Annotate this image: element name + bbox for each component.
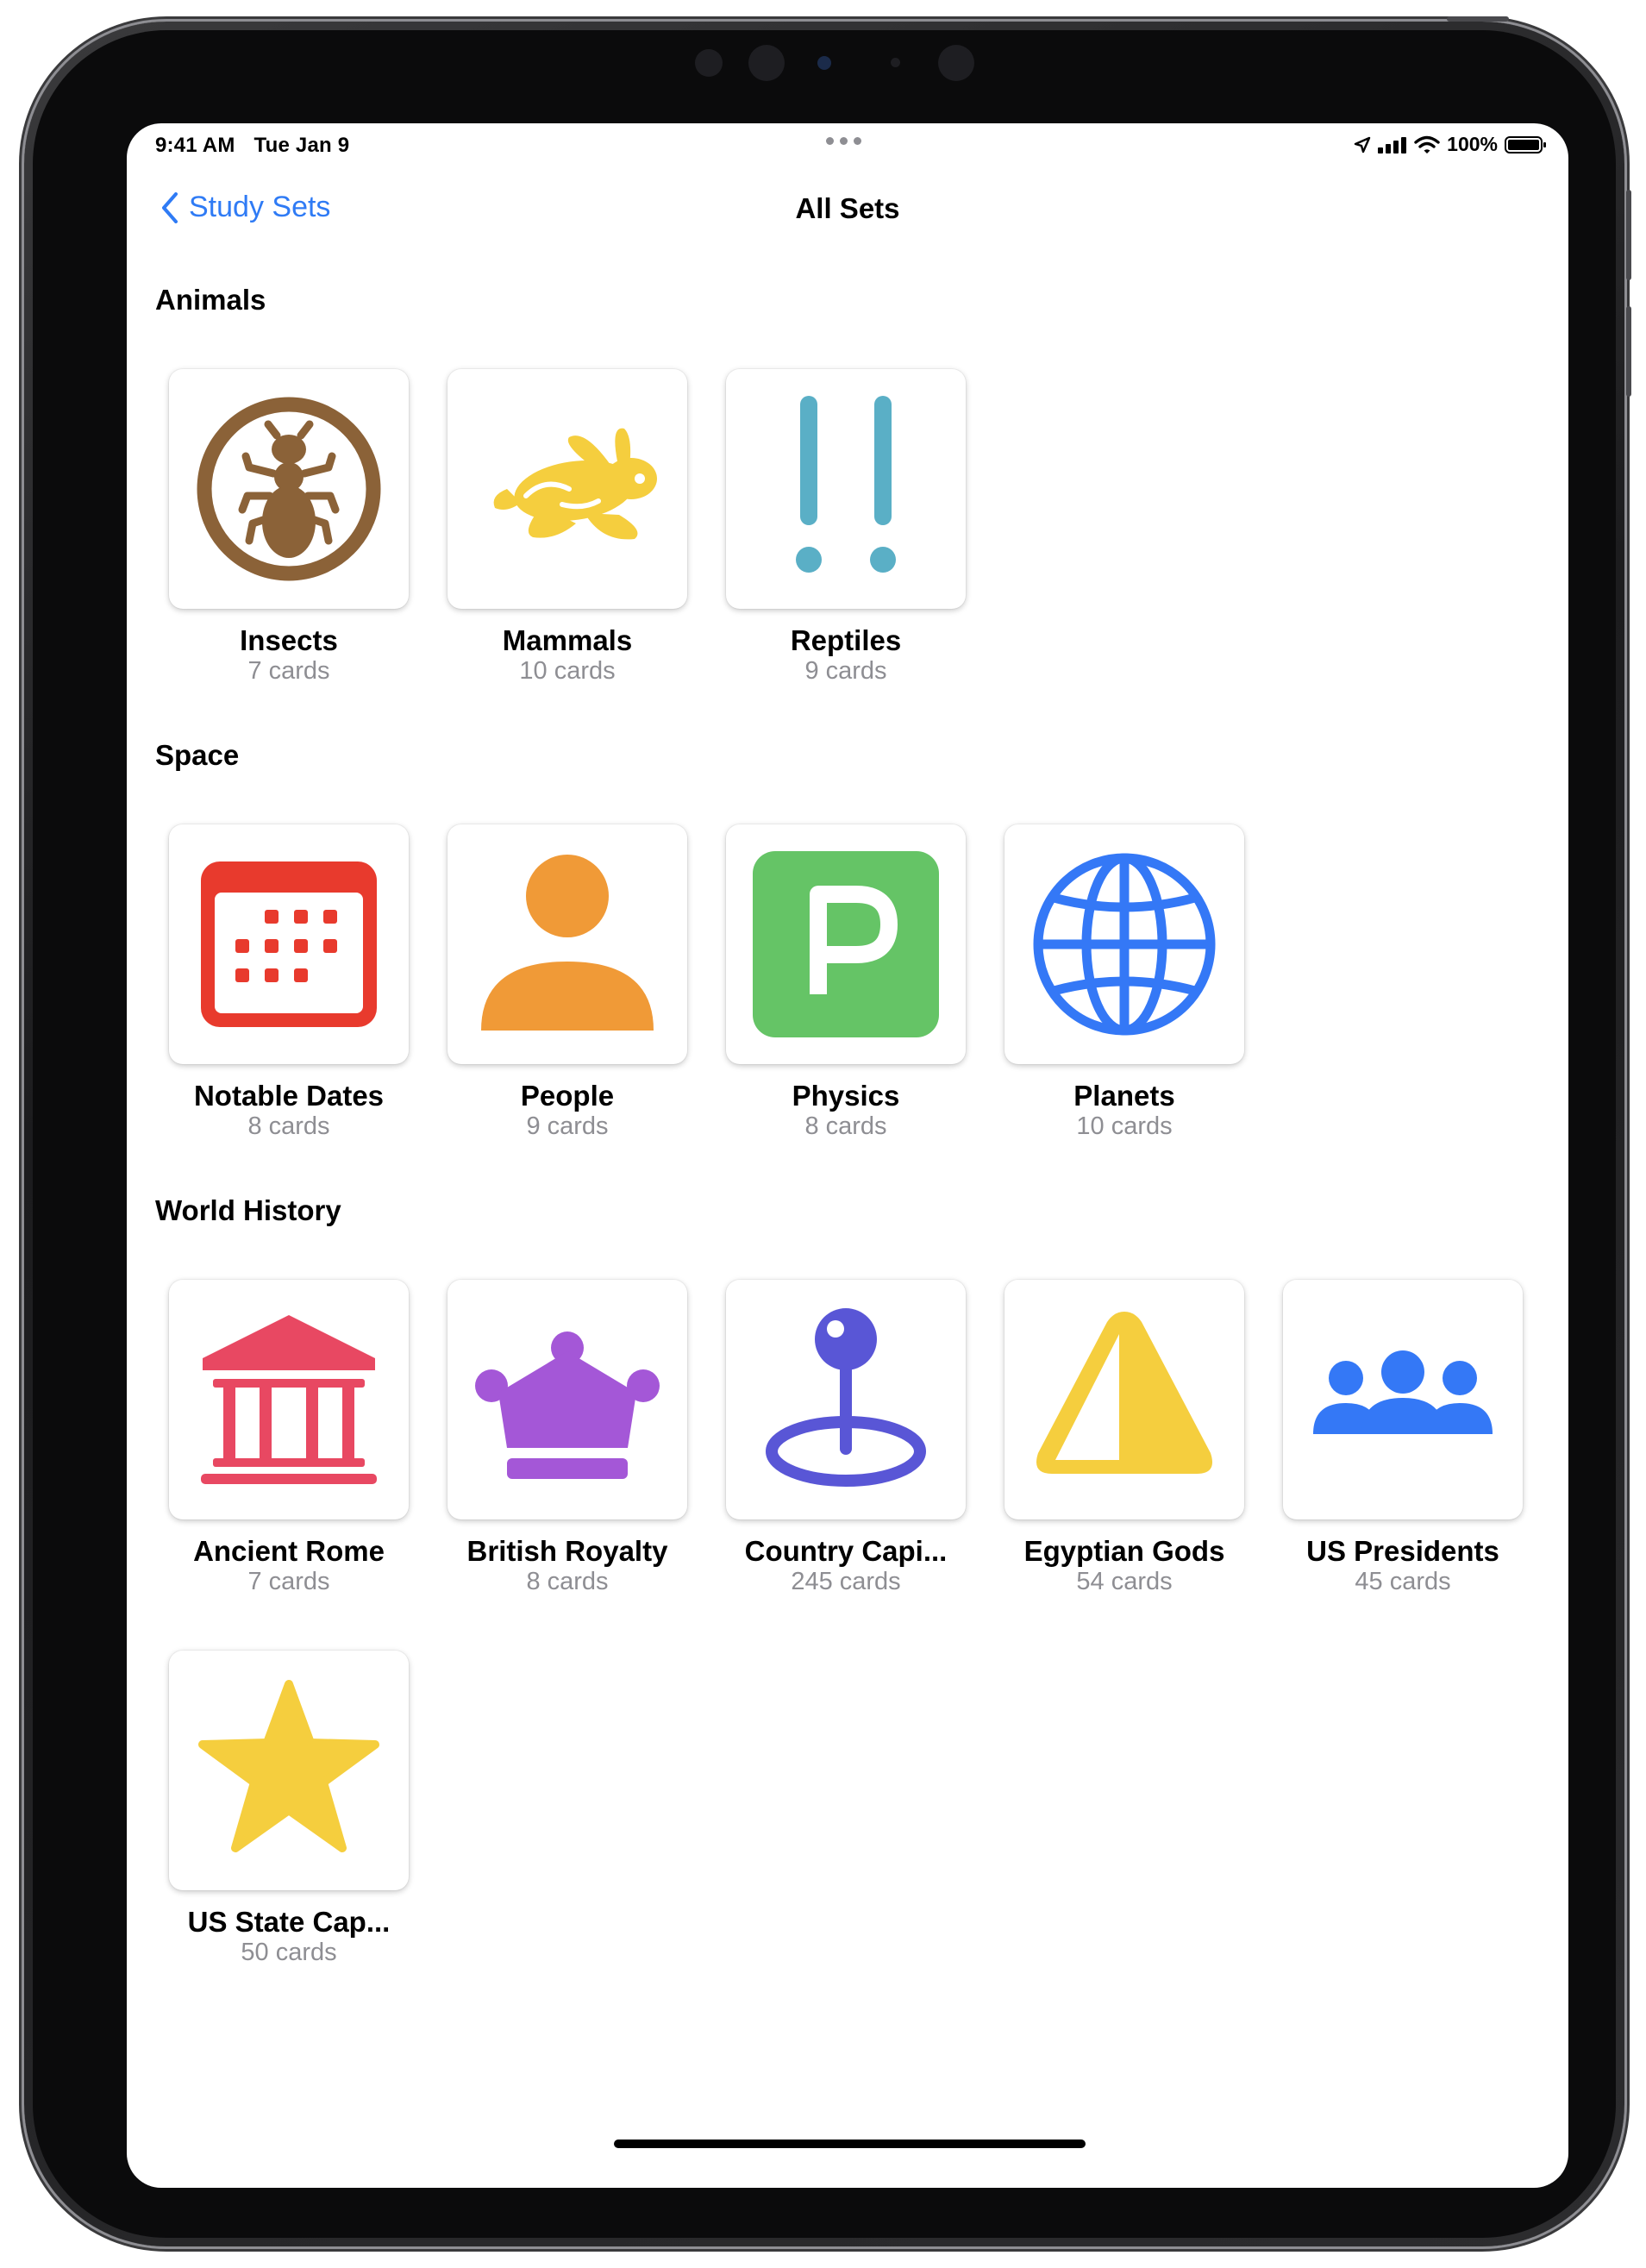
set-card-count: 8 cards <box>526 1568 609 1595</box>
multitasking-dots-icon[interactable] <box>826 137 861 145</box>
set-tile-country-capitals[interactable] <box>726 1280 966 1519</box>
set-card-count: 9 cards <box>526 1112 609 1140</box>
status-date: Tue Jan 9 <box>253 134 350 157</box>
set-tile-ancient-rome[interactable] <box>169 1280 409 1519</box>
set-tile-people[interactable] <box>447 824 687 1064</box>
set-card-count: 45 cards <box>1355 1568 1451 1595</box>
set-tile-reptiles[interactable] <box>726 369 966 609</box>
set-tile-mammals[interactable] <box>447 369 687 609</box>
set-card-count: 8 cards <box>804 1112 887 1140</box>
volume-up-button <box>1626 190 1631 280</box>
status-time: 9:41 AM <box>155 134 235 157</box>
battery-percentage: 100% <box>1447 133 1498 155</box>
set-name: Notable Dates <box>193 1080 385 1112</box>
section-title-space: Space <box>155 739 240 771</box>
section-title-animals: Animals <box>155 284 266 316</box>
wifi-icon <box>1414 135 1440 153</box>
set-name: People <box>520 1080 615 1112</box>
front-camera <box>817 56 831 70</box>
cellular-signal-icon <box>1378 136 1407 153</box>
set-tile-planets[interactable] <box>1004 824 1244 1064</box>
ipad-frame: 9:41 AM Tue Jan 9 100% Study Sets All Se… <box>24 16 1631 2246</box>
set-name: Insects <box>240 624 338 656</box>
star-icon <box>198 1680 379 1852</box>
set-card-count: 7 cards <box>247 657 330 685</box>
set-card-count: 245 cards <box>791 1568 901 1595</box>
status-bar-right: 100% <box>1354 133 1546 156</box>
people-group-icon <box>1313 1350 1493 1434</box>
set-tile-british-royalty[interactable] <box>447 1280 687 1519</box>
battery-icon <box>1505 135 1546 153</box>
globe-icon <box>1033 853 1216 1036</box>
screen: 9:41 AM Tue Jan 9 100% Study Sets All Se… <box>127 123 1568 2188</box>
location-arrow-icon <box>1354 136 1371 153</box>
set-name: US Presidents <box>1306 1535 1499 1567</box>
building-columns-icon <box>201 1315 377 1484</box>
set-name: Ancient Rome <box>193 1535 385 1567</box>
ant-icon <box>197 397 381 581</box>
hare-icon <box>493 428 657 540</box>
set-tile-insects[interactable] <box>169 369 409 609</box>
status-bar-left: 9:41 AM Tue Jan 9 <box>155 134 368 158</box>
sensor <box>938 45 974 81</box>
home-indicator[interactable] <box>614 2140 1086 2148</box>
page-title: All Sets <box>795 192 900 224</box>
pyramid-icon <box>1036 1312 1212 1474</box>
set-tile-us-state-capitals[interactable] <box>169 1651 409 1890</box>
set-tile-notable-dates[interactable] <box>169 824 409 1064</box>
calendar-icon <box>201 861 377 1027</box>
section-title-world-history: World History <box>155 1194 341 1226</box>
set-tile-physics[interactable] <box>726 824 966 1064</box>
sensor <box>891 58 900 67</box>
set-card-count: 7 cards <box>247 1568 330 1595</box>
set-card-count: 50 cards <box>241 1939 337 1966</box>
set-card-count: 8 cards <box>247 1112 330 1140</box>
set-card-count: 10 cards <box>1076 1112 1173 1140</box>
set-card-count: 9 cards <box>804 657 887 685</box>
map-pin-icon <box>766 1308 926 1487</box>
top-button <box>1447 16 1509 22</box>
set-name: Country Capi... <box>744 1535 948 1567</box>
set-tile-egyptian-gods[interactable] <box>1004 1280 1244 1519</box>
volume-down-button <box>1626 306 1631 397</box>
crown-icon <box>475 1331 660 1479</box>
letter-p-square-icon <box>753 851 939 1037</box>
set-tile-us-presidents[interactable] <box>1283 1280 1523 1519</box>
set-name: Egyptian Gods <box>1023 1535 1225 1567</box>
sensor <box>748 45 785 81</box>
set-name: Reptiles <box>790 624 902 656</box>
person-icon <box>481 855 654 1031</box>
set-name: Physics <box>792 1080 900 1112</box>
set-name: British Royalty <box>466 1535 668 1567</box>
sensor <box>695 49 723 77</box>
set-card-count: 54 cards <box>1076 1568 1173 1595</box>
set-name: US State Cap... <box>187 1906 391 1938</box>
set-name: Mammals <box>502 624 633 656</box>
set-name: Planets <box>1073 1080 1175 1112</box>
exclamation-marks-icon <box>796 396 896 573</box>
set-card-count: 10 cards <box>519 657 616 685</box>
